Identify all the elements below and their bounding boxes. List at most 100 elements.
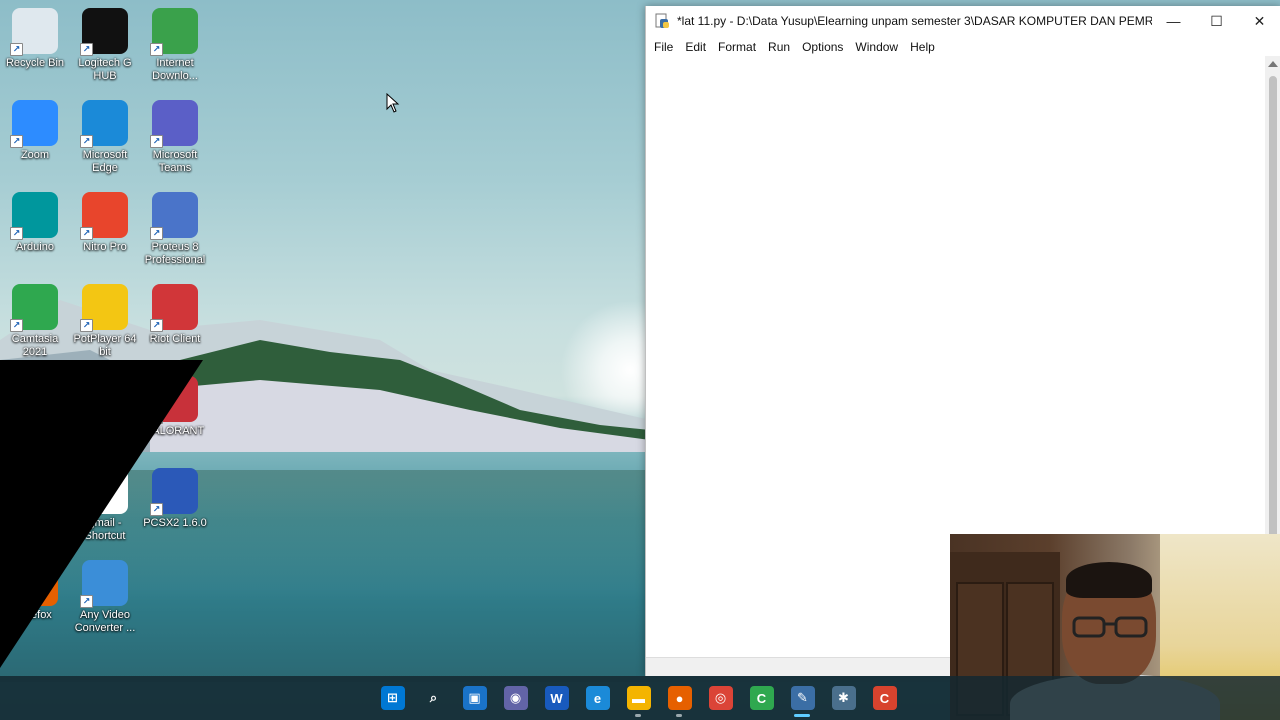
- taskbar-button[interactable]: ⌕: [413, 676, 454, 720]
- desktop-icon[interactable]: ↗ Zoom: [0, 100, 70, 162]
- desktop-icon-label: Nitro Pro: [83, 241, 127, 253]
- nitro-icon: ↗: [80, 192, 128, 240]
- desktop-icon-label: PotPlayer 64 bit: [73, 333, 137, 358]
- desktop-icon-label: Microsoft Edge: [82, 149, 128, 174]
- shortcut-arrow-icon: ↗: [10, 595, 23, 608]
- close-button[interactable]: ✕: [1238, 6, 1280, 36]
- desktop-icon-label: Any Video Converter ...: [74, 609, 136, 634]
- taskbar-button[interactable]: C: [741, 676, 782, 720]
- desktop-icon[interactable]: ↗ Arduino: [0, 192, 70, 254]
- maximize-button[interactable]: ☐: [1195, 6, 1238, 36]
- desktop-icon[interactable]: ↗ Any Video Converter ...: [70, 560, 140, 635]
- desktop-icon-label: PCSX2 1.6.0: [143, 517, 207, 529]
- shortcut-arrow-icon: ↗: [150, 135, 163, 148]
- menu-options[interactable]: Options: [796, 40, 849, 54]
- desktop-icon[interactable]: ↗ gmail - Shortcut: [70, 468, 140, 543]
- desktop-icon[interactable]: ↗ Camtasia 2021: [0, 284, 70, 359]
- menu-file[interactable]: File: [648, 40, 679, 54]
- desktop-icon[interactable]: ↗ PotPlayer 64 bit: [70, 284, 140, 359]
- desktop-icon-label: Proteus 8 Professional: [144, 241, 206, 266]
- title-bar[interactable]: *lat 11.py - D:\Data Yusup\Elearning unp…: [646, 6, 1280, 36]
- desktop-icon[interactable]: ↗ VALORANT: [140, 376, 210, 438]
- running-indicator: [635, 714, 641, 717]
- menu-window[interactable]: Window: [849, 40, 904, 54]
- shortcut-arrow-icon: ↗: [150, 411, 163, 424]
- desktop-icon[interactable]: ↗ Microsoft Edge: [70, 100, 140, 175]
- taskbar-button[interactable]: ●: [659, 676, 700, 720]
- desktop-icon[interactable]: ↗ PCSX2 1.6.0: [140, 468, 210, 530]
- desktop-icon-label: Camtasia 2021: [11, 333, 59, 358]
- running-indicator: [794, 714, 810, 717]
- desktop-icon-label: Firefox: [18, 609, 52, 621]
- taskbar-icons: ⊞ ⌕ ▣ ◉ We ▬ ● ◎ C ✎ ✱ C: [372, 676, 905, 720]
- desktop-icon[interactable]: ↗ Microsoft Teams: [140, 100, 210, 175]
- valorant-icon: ↗: [150, 376, 198, 424]
- potplayer-icon: ↗: [80, 284, 128, 332]
- menu-run[interactable]: Run: [762, 40, 796, 54]
- taskbar-button[interactable]: C: [864, 676, 905, 720]
- desktop-icon[interactable]: ↗ Proteus 8 Professional: [140, 192, 210, 267]
- taskbar-button[interactable]: ✱: [823, 676, 864, 720]
- window-title: *lat 11.py - D:\Data Yusup\Elearning unp…: [677, 14, 1152, 28]
- menu-help[interactable]: Help: [904, 40, 941, 54]
- minimize-button[interactable]: —: [1152, 6, 1195, 36]
- menu-format[interactable]: Format: [712, 40, 762, 54]
- arduino-icon: ↗: [10, 192, 58, 240]
- camtasia-icon: C: [749, 686, 774, 710]
- firefox-icon: ●: [667, 686, 692, 710]
- shortcut-arrow-icon: ↗: [150, 319, 163, 332]
- taskbar: ⊞ ⌕ ▣ ◉ We ▬ ● ◎ C ✎ ✱ C: [0, 676, 1280, 720]
- gmail-shortcut-icon: ↗: [80, 468, 128, 516]
- desktop-icon-label: Logitech G HUB: [78, 57, 132, 82]
- edge-icon: ↗: [80, 100, 128, 148]
- desktop-icon[interactable]: ↗ Internet Downlo...: [140, 8, 210, 83]
- pcsx2-icon: ↗: [150, 468, 198, 516]
- zoom-icon: ↗: [10, 100, 58, 148]
- riot-icon: ↗: [150, 284, 198, 332]
- any-video-converter-icon: ↗: [80, 560, 128, 608]
- desktop-icon-label: Arduino: [16, 241, 54, 253]
- webcam-person-glasses: [1072, 616, 1148, 638]
- taskbar-button[interactable]: e: [577, 676, 618, 720]
- mouse-cursor-icon: [386, 93, 400, 113]
- shortcut-arrow-icon: ↗: [10, 227, 23, 240]
- shortcut-arrow-icon: ↗: [150, 503, 163, 516]
- desktop-icon[interactable]: ↗ Logitech G HUB: [70, 8, 140, 83]
- shortcut-arrow-icon: ↗: [80, 43, 93, 56]
- python-file-icon: [655, 13, 669, 28]
- taskbar-button[interactable]: ◉: [495, 676, 536, 720]
- shortcut-arrow-icon: ↗: [80, 319, 93, 332]
- word-icon: W: [544, 686, 569, 710]
- logitech-icon: ↗: [80, 8, 128, 56]
- taskbar-button[interactable]: ✎: [782, 676, 823, 720]
- idm-icon: ↗: [150, 8, 198, 56]
- taskbar-button[interactable]: ▬: [618, 676, 659, 720]
- shortcut-arrow-icon: ↗: [10, 135, 23, 148]
- desktop-icon[interactable]: ↗ Nitro Pro: [70, 192, 140, 254]
- desktop-icon[interactable]: ↗ Recycle Bin: [0, 8, 70, 70]
- shortcut-arrow-icon: ↗: [80, 227, 93, 240]
- shortcut-arrow-icon: ↗: [150, 227, 163, 240]
- shortcut-arrow-icon: ↗: [80, 595, 93, 608]
- taskbar-button[interactable]: W: [536, 676, 577, 720]
- desktop-icon-label: VALORANT: [145, 425, 205, 437]
- scroll-up-arrow-icon[interactable]: [1268, 61, 1278, 67]
- shortcut-arrow-icon: ↗: [10, 43, 23, 56]
- teams-icon: ↗: [150, 100, 198, 148]
- taskbar-button[interactable]: ⊞: [372, 676, 413, 720]
- desktop-icon-label: Internet Downlo...: [152, 57, 198, 82]
- desktop-icon-label: Zoom: [20, 149, 50, 161]
- desktop-icon[interactable]: ↗ Firefox: [0, 560, 70, 622]
- proteus-icon: ↗: [150, 192, 198, 240]
- taskbar-button[interactable]: ◎: [700, 676, 741, 720]
- menu-edit[interactable]: Edit: [679, 40, 712, 54]
- search-icon: ⌕: [429, 690, 438, 705]
- shortcut-arrow-icon: ↗: [80, 503, 93, 516]
- desktop-icon-label: Microsoft Teams: [152, 149, 198, 174]
- desktop-icon-label: Riot Client: [149, 333, 201, 345]
- shortcut-arrow-icon: ↗: [150, 43, 163, 56]
- desktop-icon-label: gmail - Shortcut: [84, 517, 126, 542]
- taskbar-button[interactable]: ▣: [454, 676, 495, 720]
- desktop-icon[interactable]: ↗ Riot Client: [140, 284, 210, 346]
- app-icon: ✱: [831, 686, 856, 710]
